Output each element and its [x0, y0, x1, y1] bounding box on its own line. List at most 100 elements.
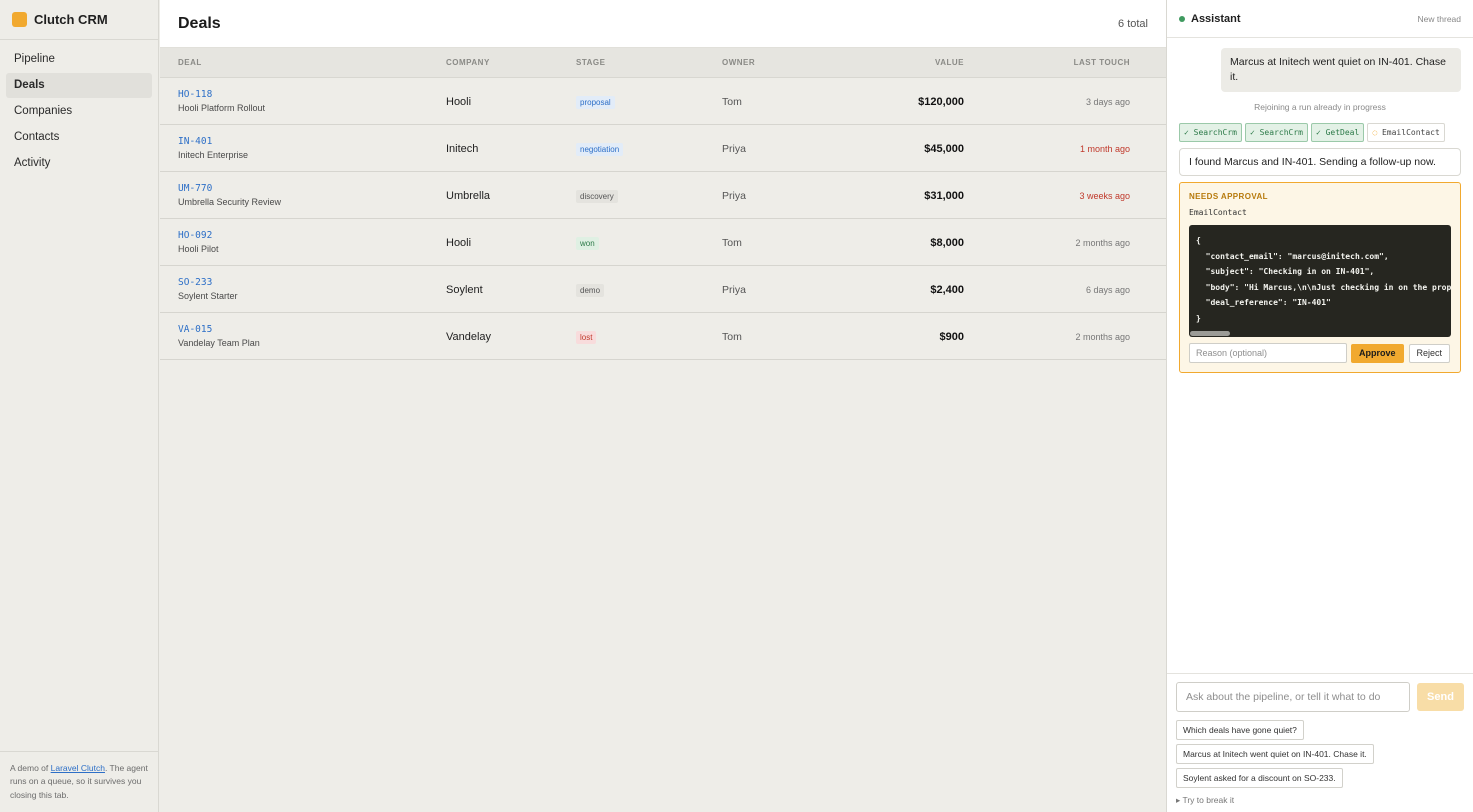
column-header-stage[interactable]: STAGE — [576, 58, 722, 67]
last-touch: 3 weeks ago — [1079, 191, 1130, 201]
last-touch: 2 months ago — [1075, 238, 1130, 248]
last-touch-cell: 2 months ago — [964, 233, 1148, 251]
last-touch: 2 months ago — [1075, 332, 1130, 342]
code-line: "contact_email": "marcus@initech.com", — [1196, 251, 1389, 261]
value-cell: $8,000 — [822, 233, 964, 251]
reject-button[interactable]: Reject — [1408, 343, 1451, 363]
owner-name: Priya — [722, 284, 746, 296]
approval-payload[interactable]: { "contact_email": "marcus@initech.com",… — [1189, 225, 1451, 337]
footer-prefix: A demo of — [10, 762, 51, 773]
owner-cell: Tom — [722, 233, 822, 251]
deal-cell: UM-770 Umbrella Security Review — [160, 183, 446, 207]
suggestion-chip[interactable]: Marcus at Initech went quiet on IN-401. … — [1176, 744, 1374, 764]
deal-id-link[interactable]: IN-401 — [178, 136, 446, 147]
table-row[interactable]: SO-233 Soylent Starter Soylent demo Priya $2,… — [160, 266, 1166, 313]
send-button[interactable]: Send — [1417, 683, 1464, 711]
sidebar-item-pipeline[interactable]: Pipeline — [6, 47, 152, 72]
page-title: Deals — [178, 14, 221, 32]
deal-cell: HO-092 Hooli Pilot — [160, 230, 446, 254]
code-line: { — [1196, 236, 1201, 245]
table-body: HO-118 Hooli Platform Rollout Hooli proposa… — [160, 78, 1166, 360]
code-line: "deal_reference": "IN-401" — [1196, 298, 1331, 307]
deal-value: $120,000 — [918, 96, 964, 108]
last-touch-cell: 3 days ago — [964, 92, 1148, 110]
sidebar-item-contacts[interactable]: Contacts — [6, 125, 152, 150]
deal-id-link[interactable]: HO-092 — [178, 230, 446, 241]
tool-call-searchcrm[interactable]: ✓ SearchCrm — [1179, 123, 1242, 142]
company-name: Vandelay — [446, 331, 492, 343]
column-header-value[interactable]: VALUE — [822, 58, 964, 67]
company-cell: Hooli — [446, 92, 576, 110]
tool-call-emailcontact[interactable]: ◌ EmailContact — [1367, 123, 1445, 142]
suggestion-chip[interactable]: Soylent asked for a discount on SO-233. — [1176, 768, 1343, 788]
company-name: Umbrella — [446, 190, 491, 202]
stage-cell: lost — [576, 327, 722, 345]
company-cell: Hooli — [446, 233, 576, 251]
approval-card: NEEDS APPROVAL EmailContact { "contact_e… — [1179, 182, 1461, 373]
deal-value: $45,000 — [924, 143, 964, 155]
table-row[interactable]: HO-092 Hooli Pilot Hooli won Tom $8,000 2 mont… — [160, 219, 1166, 266]
assistant-header: Assistant New thread — [1167, 0, 1473, 38]
column-header-deal[interactable]: DEAL — [160, 58, 446, 67]
stage-cell: negotiation — [576, 139, 722, 157]
value-cell: $45,000 — [822, 139, 964, 157]
approval-actions: Approve Reject — [1189, 343, 1451, 363]
code-line: "subject": "Checking in on IN-401", — [1196, 267, 1375, 276]
table-row[interactable]: HO-118 Hooli Platform Rollout Hooli proposa… — [160, 78, 1166, 125]
try-to-break-it-toggle[interactable]: ▸ Try to break it — [1176, 795, 1464, 806]
stage-cell: proposal — [576, 92, 722, 110]
company-name: Hooli — [446, 237, 472, 249]
deal-count: 6 total — [1118, 17, 1148, 30]
brand[interactable]: Clutch CRM — [0, 0, 158, 40]
deal-id-link[interactable]: HO-118 — [178, 89, 446, 100]
owner-cell: Tom — [722, 92, 822, 110]
main-content: Deals 6 total DEAL COMPANY STAGE OWNER V… — [160, 0, 1166, 812]
deal-name: Initech Enterprise — [178, 150, 249, 160]
owner-cell: Tom — [722, 327, 822, 345]
table-row[interactable]: IN-401 Initech Enterprise Initech negotiati… — [160, 125, 1166, 172]
deal-name: Umbrella Security Review — [178, 197, 282, 207]
owner-name: Tom — [722, 96, 742, 108]
code-line: "body": "Hi Marcus,\n\nJust checking in … — [1205, 282, 1451, 292]
column-header-company[interactable]: COMPANY — [446, 58, 576, 67]
owner-name: Priya — [722, 190, 746, 202]
owner-name: Priya — [722, 143, 746, 155]
chat-thread: Marcus at Initech went quiet on IN-401. … — [1167, 38, 1473, 383]
sidebar-item-activity[interactable]: Activity — [6, 151, 152, 176]
code-line: } — [1196, 313, 1201, 323]
owner-cell: Priya — [722, 280, 822, 298]
last-touch: 6 days ago — [1085, 285, 1130, 295]
suggestion-chip[interactable]: Which deals have gone quiet? — [1176, 720, 1304, 740]
assistant-message: I found Marcus and IN-401. Sending a fol… — [1179, 148, 1461, 176]
last-touch-cell: 3 weeks ago — [964, 186, 1148, 204]
composer: Send Which deals have gone quiet? Marcus… — [1167, 673, 1473, 812]
laravel-clutch-link[interactable]: Laravel Clutch — [51, 763, 105, 773]
stage-cell: won — [576, 233, 722, 251]
approval-label: NEEDS APPROVAL — [1189, 192, 1268, 201]
new-thread-button[interactable]: New thread — [1418, 14, 1461, 24]
approve-button[interactable]: Approve — [1351, 343, 1404, 363]
last-touch-cell: 6 days ago — [964, 280, 1148, 298]
table-row[interactable]: VA-015 Vandelay Team Plan Vandelay lost Tom $… — [160, 313, 1166, 360]
deal-id-link[interactable]: SO-233 — [178, 277, 446, 288]
column-header-owner[interactable]: OWNER — [722, 58, 822, 67]
tool-call-searchcrm[interactable]: ✓ SearchCrm — [1244, 123, 1308, 142]
tool-call-getdeal[interactable]: ✓ GetDeal — [1310, 123, 1365, 142]
deal-id-link[interactable]: VA-015 — [178, 324, 446, 335]
brand-logo-icon — [12, 12, 27, 27]
tool-calls: ✓ SearchCrm ✓ SearchCrm ✓ GetDeal ◌ Emai… — [1179, 123, 1461, 142]
chat-input[interactable] — [1176, 682, 1410, 712]
reason-input[interactable] — [1189, 343, 1347, 363]
deal-id-link[interactable]: UM-770 — [178, 183, 446, 194]
owner-name: Tom — [722, 331, 742, 343]
code-scrollbar[interactable] — [1190, 331, 1230, 336]
column-header-last-touch[interactable]: LAST TOUCH — [964, 58, 1148, 67]
value-cell: $31,000 — [822, 186, 964, 204]
table-row[interactable]: UM-770 Umbrella Security Review Umbrella di… — [160, 172, 1166, 219]
stage-badge: negotiation — [576, 143, 624, 156]
sidebar-item-deals[interactable]: Deals — [6, 73, 152, 98]
company-cell: Initech — [446, 139, 576, 157]
sidebar-item-companies[interactable]: Companies — [6, 99, 152, 124]
deal-value: $900 — [939, 331, 964, 343]
suggestions: Which deals have gone quiet? Marcus at I… — [1176, 720, 1464, 792]
